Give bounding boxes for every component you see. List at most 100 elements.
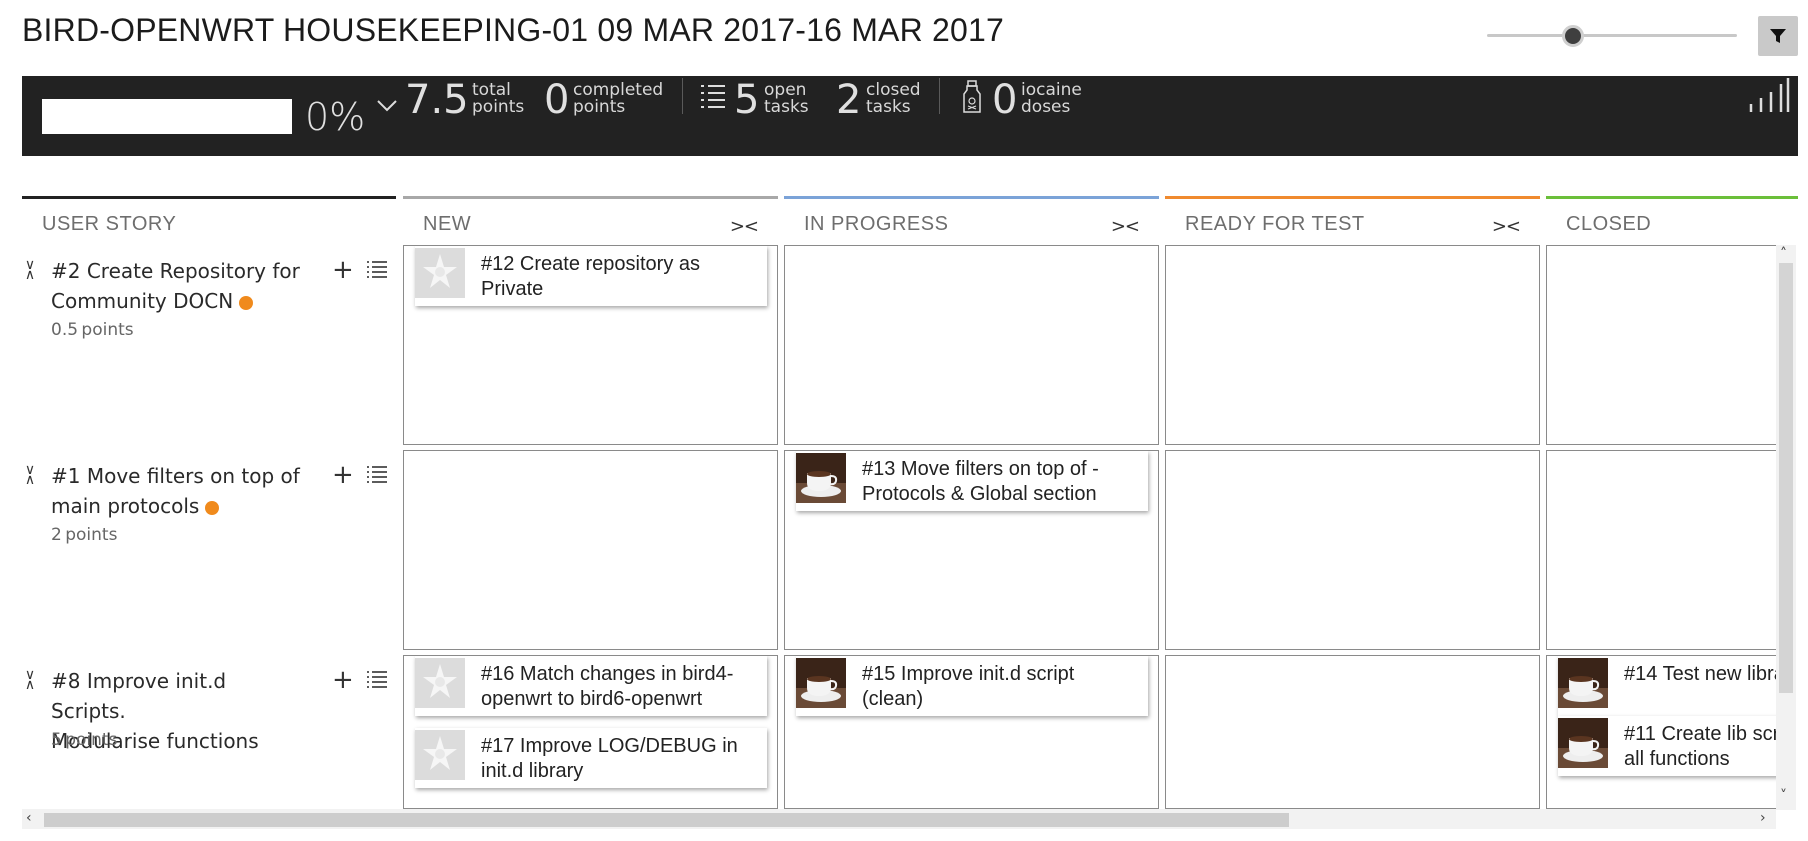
task-title[interactable]: #12 Create repository as Private <box>481 252 757 302</box>
column-label: CLOSED <box>1566 213 1652 235</box>
filter-button[interactable] <box>1758 16 1798 56</box>
task-card[interactable]: #16 Match changes in bird4- openwrt to b… <box>415 656 767 716</box>
task-title-line1[interactable]: #17 Improve LOG/DEBUG in <box>481 735 738 757</box>
chevron-down-icon[interactable] <box>374 92 400 118</box>
collapse-row-icon[interactable]: ∨ ∧ <box>22 258 38 282</box>
default-avatar <box>415 730 465 780</box>
task-title-line2[interactable]: init.d library <box>481 760 583 782</box>
task-card[interactable]: #14 Test new library <box>1558 656 1777 716</box>
vertical-scrollbar-thumb[interactable] <box>1779 263 1793 693</box>
collapse-row-icon[interactable]: ∨ ∧ <box>22 668 38 692</box>
story-title-line1[interactable]: #8 Improve init.d Scripts. <box>51 669 226 723</box>
task-card[interactable]: #15 Improve init.d script (clean) <box>796 656 1148 716</box>
story-title-line1[interactable]: #2 Create Repository for <box>51 259 300 283</box>
column-label: IN PROGRESS <box>804 213 949 235</box>
filter-icon <box>1770 29 1786 43</box>
task-title[interactable]: #16 Match changes in bird4- openwrt to b… <box>481 662 757 712</box>
closed-tasks-label-2: tasks <box>866 97 911 117</box>
column-header-ready-for-test: READY FOR TEST >< <box>1165 196 1540 244</box>
task-title-line1[interactable]: #14 Test new library <box>1624 663 1777 685</box>
task-title-line2[interactable]: Protocols & Global section <box>862 483 1097 505</box>
column-header-user-story: USER STORY <box>22 196 396 244</box>
column-header-closed: CLOSED <box>1546 196 1798 244</box>
taskboard-cell-in-progress[interactable]: #15 Improve init.d script (clean) <box>784 655 1159 809</box>
page-title: BIRD-OPENWRT HOUSEKEEPING-01 09 MAR 2017… <box>22 12 1004 48</box>
zoom-slider-handle[interactable] <box>1562 25 1584 47</box>
graph-bars-icon[interactable] <box>1748 78 1790 114</box>
taskboard-cell-closed[interactable] <box>1546 245 1778 445</box>
column-header-new: NEW >< <box>403 196 778 244</box>
coffee-avatar <box>1558 718 1608 768</box>
story-title-line1[interactable]: #1 Move filters on top of <box>51 464 300 488</box>
taskboard-cell-in-progress[interactable] <box>784 245 1159 445</box>
fold-column-icon[interactable]: >< <box>1492 216 1521 237</box>
story-points: 5 points <box>51 730 118 750</box>
taskboard-cell-ready-for-test[interactable] <box>1165 245 1540 445</box>
task-title[interactable]: #17 Improve LOG/DEBUG in init.d library <box>481 734 757 784</box>
task-title-line2[interactable]: openwrt to bird6-openwrt <box>481 688 702 710</box>
column-header-in-progress: IN PROGRESS >< <box>784 196 1159 244</box>
taskboard-cell-in-progress[interactable]: #13 Move filters on top of - Protocols &… <box>784 450 1159 650</box>
list-icon[interactable] <box>366 260 388 280</box>
taskboard-cell-new[interactable]: #12 Create repository as Private <box>403 245 778 445</box>
task-title-line2[interactable]: all functions <box>1624 748 1730 770</box>
task-title-line2[interactable]: (clean) <box>862 688 923 710</box>
list-icon[interactable] <box>366 670 388 690</box>
iocaine-doses-label-2: doses <box>1021 97 1071 117</box>
task-title-line2[interactable]: Private <box>481 278 543 300</box>
plus-icon[interactable]: + <box>332 667 354 693</box>
task-title[interactable]: #15 Improve init.d script (clean) <box>862 662 1138 712</box>
task-title[interactable]: #14 Test new library <box>1624 662 1777 687</box>
list-icon[interactable] <box>366 465 388 485</box>
fold-column-icon[interactable]: >< <box>730 216 759 237</box>
list-icon <box>701 85 725 108</box>
task-card[interactable]: #13 Move filters on top of - Protocols &… <box>796 451 1148 511</box>
column-label: READY FOR TEST <box>1185 213 1365 235</box>
coffee-avatar <box>796 453 846 503</box>
horizontal-scrollbar-thumb[interactable] <box>44 813 1289 827</box>
story-title[interactable]: #1 Move filters on top of main protocols <box>51 461 301 521</box>
default-avatar <box>415 248 465 298</box>
taskboard-cell-new[interactable]: #16 Match changes in bird4- openwrt to b… <box>403 655 778 809</box>
status-dot <box>239 295 254 310</box>
open-tasks-value: 5 <box>734 77 760 123</box>
plus-icon[interactable]: + <box>332 257 354 283</box>
task-card[interactable]: #12 Create repository as Private <box>415 246 767 306</box>
story-points: 0.5 points <box>51 320 134 340</box>
task-card[interactable]: #17 Improve LOG/DEBUG in init.d library <box>415 728 767 788</box>
taskboard-cell-closed[interactable]: #14 Test new library #11 Create lib scri… <box>1546 655 1778 809</box>
task-title[interactable]: #13 Move filters on top of - Protocols &… <box>862 457 1138 507</box>
scroll-up-arrow-icon[interactable]: ˄ <box>1780 246 1787 262</box>
taskboard-cell-ready-for-test[interactable] <box>1165 655 1540 809</box>
story-title-line2[interactable]: main protocols <box>51 494 199 518</box>
scroll-left-arrow-icon[interactable]: ‹ <box>26 810 32 826</box>
progress-percent: 0% <box>305 95 366 139</box>
open-tasks-label-2: tasks <box>764 97 809 117</box>
taskboard-cell-closed[interactable] <box>1546 450 1778 650</box>
scroll-down-arrow-icon[interactable]: ˅ <box>1780 788 1787 804</box>
task-title-line1[interactable]: #11 Create lib script with <box>1624 723 1777 745</box>
sprint-progress-bar <box>42 99 292 134</box>
stats-divider <box>939 78 940 114</box>
status-dot <box>205 500 220 515</box>
task-title-line1[interactable]: #12 Create repository as <box>481 253 700 275</box>
task-title-line1[interactable]: #16 Match changes in bird4- <box>481 663 733 685</box>
taskboard-cell-ready-for-test[interactable] <box>1165 450 1540 650</box>
taskboard-cell-new[interactable] <box>403 450 778 650</box>
column-label: NEW <box>423 213 472 235</box>
zoom-slider[interactable] <box>1487 34 1737 37</box>
collapse-row-icon[interactable]: ∨ ∧ <box>22 463 38 487</box>
coffee-avatar <box>796 658 846 708</box>
story-title[interactable]: #2 Create Repository for Community DOCN <box>51 256 301 316</box>
task-title-line1[interactable]: #15 Improve init.d script <box>862 663 1074 685</box>
fold-column-icon[interactable]: >< <box>1111 216 1140 237</box>
task-title[interactable]: #11 Create lib script with all functions <box>1624 722 1777 772</box>
scroll-right-arrow-icon[interactable]: › <box>1760 810 1766 826</box>
task-card[interactable]: #11 Create lib script with all functions <box>1558 716 1777 776</box>
completed-points-label-2: points <box>573 97 626 117</box>
closed-tasks-value: 2 <box>836 77 862 123</box>
story-title-line2[interactable]: Community DOCN <box>51 289 233 313</box>
potion-icon <box>963 80 981 113</box>
task-title-line1[interactable]: #13 Move filters on top of - <box>862 458 1099 480</box>
plus-icon[interactable]: + <box>332 462 354 488</box>
